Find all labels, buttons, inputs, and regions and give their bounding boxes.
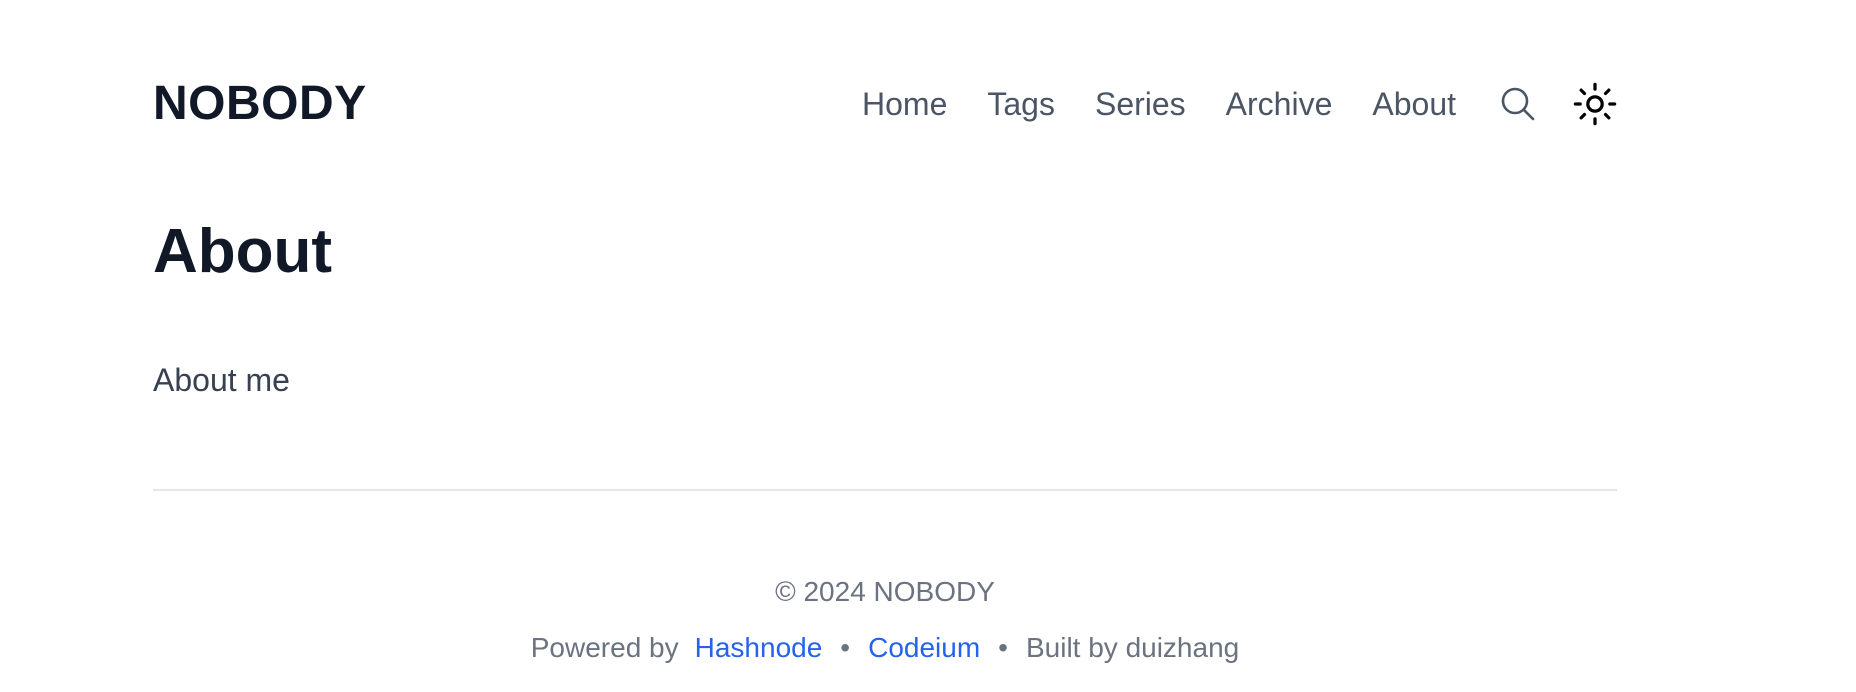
nav-home[interactable]: Home [862,84,947,124]
powered-by-label: Powered by [530,632,679,663]
page-title: About [153,217,333,286]
powered-by-line: Powered by Hashnode • Codeium • Built by duiz… [153,630,1617,666]
page-body-text: About me [153,362,290,398]
nav-archive[interactable]: Archive [1226,84,1333,124]
copyright-text: © 2024 NOBODY [775,576,995,607]
search-icon [1501,87,1535,121]
theme-toggle-button[interactable] [1573,82,1617,126]
built-by-text: Built by duizhang [1025,632,1240,663]
main-nav: Home Tags Series Archive About [862,70,1617,138]
search-button[interactable] [1496,82,1540,126]
nav-series[interactable]: Series [1095,84,1186,124]
nav-tags[interactable]: Tags [987,84,1055,124]
hashnode-link[interactable]: Hashnode [695,632,823,663]
separator-dot: • [998,632,1008,663]
footer-divider [153,489,1617,491]
site-header: NOBODY Home Tags Series Archive About [153,70,1617,138]
sun-icon [1573,82,1617,126]
separator-dot: • [840,632,851,663]
site-logo[interactable]: NOBODY [153,76,367,132]
codeium-link[interactable]: Codeium [868,632,980,663]
nav-about[interactable]: About [1372,84,1456,124]
page-container: NOBODY Home Tags Series Archive About Ab… [153,0,1617,692]
